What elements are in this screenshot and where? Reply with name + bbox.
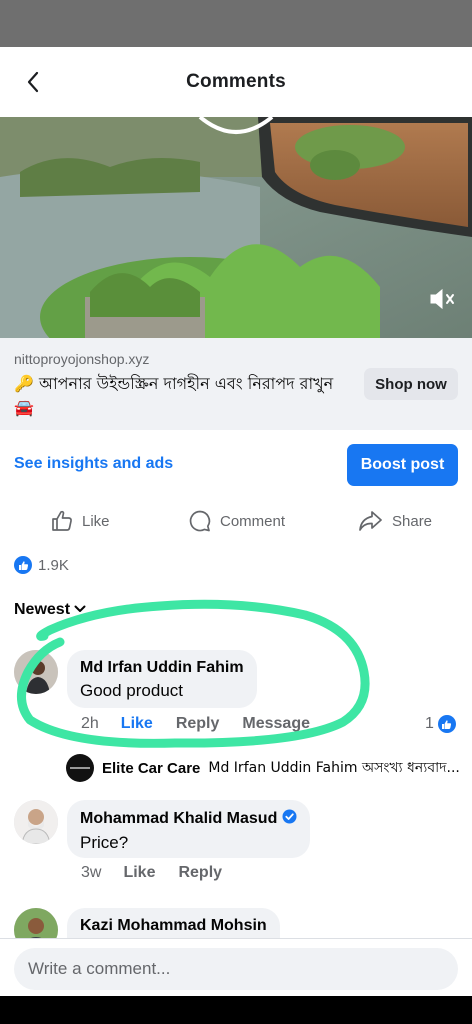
boost-post-button[interactable]: Boost post (347, 444, 458, 486)
thumbs-up-icon (50, 509, 74, 533)
see-insights-link[interactable]: See insights and ads (14, 455, 173, 473)
comment-text: Good product (80, 681, 184, 700)
sort-label: Newest (14, 601, 71, 618)
avatar (66, 754, 94, 782)
reaction-summary[interactable]: 1.9K (14, 556, 69, 574)
comment-button[interactable]: Comment (188, 505, 285, 537)
status-bar (0, 0, 472, 47)
system-nav-bar (0, 996, 472, 1024)
comment-author[interactable]: Kazi Mohammad Mohsin (80, 917, 267, 935)
video-player[interactable] (0, 117, 472, 338)
comment-time: 2h (81, 715, 99, 732)
comment-message-button[interactable]: Message (242, 715, 310, 733)
speech-bubble-icon (188, 509, 212, 533)
chevron-down-icon (74, 601, 86, 619)
avatar[interactable] (14, 650, 58, 694)
comment-like-button[interactable]: Like (121, 715, 153, 733)
shop-now-button[interactable]: Shop now (364, 368, 458, 400)
reply-preview[interactable]: Elite Car Care Md Irfan Uddin Fahim অসংখ… (66, 754, 466, 782)
reply-author: Elite Car Care (102, 759, 201, 777)
chevron-left-icon[interactable] (18, 67, 48, 97)
post-actions-bar: Like Comment Share (0, 505, 472, 537)
video-frame (0, 117, 472, 338)
share-label: Share (392, 512, 433, 530)
comment-text: Price? (80, 833, 129, 852)
header: Comments (0, 47, 472, 117)
comment-author[interactable]: Mohammad Khalid Masud (80, 810, 277, 828)
comment-label: Comment (220, 512, 286, 530)
comment-meta: 2h Like Reply Message (81, 715, 310, 733)
comment-time: 3w (81, 864, 102, 881)
reaction-count: 1.9K (38, 556, 69, 574)
comment-reply-button[interactable]: Reply (176, 715, 220, 733)
comment-bubble[interactable]: Mohammad Khalid Masud Price? (67, 800, 311, 858)
ad-headline: 🔑 আপনার উইন্ডস্ক্রিন দাগহীন এবং নিরাপদ র… (14, 374, 334, 417)
avatar[interactable] (14, 800, 58, 844)
page-title: Comments (186, 71, 286, 92)
comment-composer (0, 938, 472, 996)
share-arrow-icon (358, 509, 384, 533)
like-button[interactable]: Like (50, 505, 110, 537)
comment-reply-button[interactable]: Reply (178, 864, 222, 882)
comment-author[interactable]: Md Irfan Uddin Fahim (80, 659, 244, 677)
like-label: Like (82, 512, 110, 530)
comment-meta: 3w Like Reply (81, 864, 222, 882)
ad-domain: nittoproyojonshop.xyz (14, 351, 150, 367)
sort-dropdown[interactable]: Newest (14, 601, 86, 619)
comment-author-row: Mohammad Khalid Masud (80, 809, 297, 829)
like-icon (437, 715, 456, 733)
reply-text: Md Irfan Uddin Fahim অসংখ্য ধন্যবাদ... (208, 760, 460, 776)
like-icon (14, 556, 32, 574)
verified-badge-icon (282, 809, 297, 829)
comment-bubble[interactable]: Md Irfan Uddin Fahim Good product (67, 650, 257, 708)
speaker-muted-icon[interactable] (428, 286, 458, 312)
ad-card[interactable]: nittoproyojonshop.xyz 🔑 আপনার উইন্ডস্ক্র… (0, 338, 472, 430)
comment-like-button[interactable]: Like (123, 864, 155, 882)
share-button[interactable]: Share (358, 505, 432, 537)
comment-like-count: 1 (425, 715, 434, 732)
comment-input[interactable] (14, 948, 458, 990)
comment-like-summary[interactable]: 1 (425, 715, 456, 733)
